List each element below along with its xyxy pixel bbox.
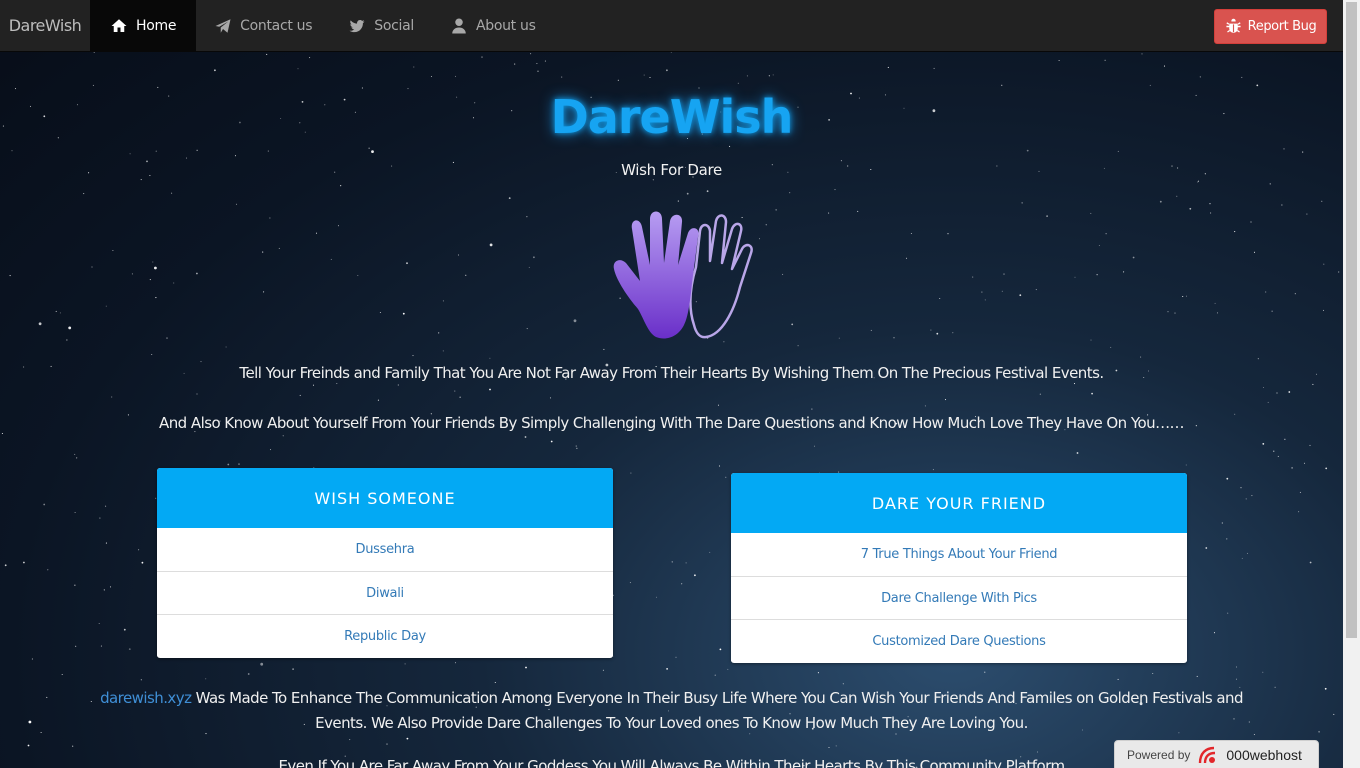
nav-item-about[interactable]: About us (432, 0, 554, 51)
wish-item-diwali[interactable]: Diwali (157, 571, 613, 614)
powered-by-label: Powered by (1127, 748, 1191, 762)
site-link[interactable]: darewish.xyz (100, 689, 192, 707)
navbar-brand[interactable]: DareWish (0, 0, 90, 51)
waving-hand-icon (613, 211, 753, 339)
report-bug-label: Report Bug (1247, 19, 1317, 34)
nav-item-home[interactable]: Home (90, 0, 197, 51)
page-scrollbar[interactable] (1343, 0, 1360, 768)
nav-item-social[interactable]: Social (330, 0, 432, 51)
about-paragraph: darewish.xyz Was Made To Enhance The Com… (100, 686, 1243, 736)
wish-item-dussehra[interactable]: Dussehra (157, 528, 613, 571)
intro-paragraph-2: And Also Know About Yourself From Your F… (159, 414, 1185, 432)
dare-item-challenge-pics[interactable]: Dare Challenge With Pics (731, 576, 1187, 619)
wish-item-republic-day[interactable]: Republic Day (157, 614, 613, 657)
hero-logo: DareWish (550, 90, 794, 144)
about-paragraph-text: Was Made To Enhance The Communication Am… (191, 689, 1244, 732)
user-icon (452, 18, 466, 33)
webhost-logo-icon (1199, 746, 1216, 764)
twitter-icon (349, 19, 365, 32)
dare-item-true-things[interactable]: 7 True Things About Your Friend (731, 533, 1187, 576)
dare-your-friend-title: DARE YOUR FRIEND (731, 473, 1187, 533)
paper-plane-icon (215, 18, 231, 33)
bug-icon (1226, 18, 1241, 33)
powered-by-badge[interactable]: Powered by 000webhost (1114, 740, 1319, 768)
wish-someone-title: WISH SOMEONE (157, 468, 613, 528)
intro-paragraph-1: Tell Your Freinds and Family That You Ar… (239, 364, 1104, 382)
wish-someone-card: WISH SOMEONE Dussehra Diwali Republic Da… (157, 468, 613, 658)
dare-item-customized-questions[interactable]: Customized Dare Questions (731, 619, 1187, 662)
report-bug-button[interactable]: Report Bug (1214, 9, 1327, 44)
hero-tagline: Wish For Dare (621, 161, 722, 179)
home-icon (111, 18, 127, 32)
navbar: DareWish Home Contact us Social About us… (0, 0, 1343, 52)
about-paragraph-cut-line: Even If You Are Far Away From Your Godde… (278, 757, 1065, 768)
dare-your-friend-card: DARE YOUR FRIEND 7 True Things About You… (731, 473, 1187, 663)
nav-item-social-label: Social (374, 17, 414, 34)
powered-by-brand: 000webhost (1226, 747, 1302, 763)
nav-item-contact-label: Contact us (240, 17, 313, 34)
nav-item-about-label: About us (475, 17, 536, 34)
nav-item-home-label: Home (136, 17, 177, 34)
scrollbar-thumb[interactable] (1346, 2, 1357, 638)
nav-item-contact[interactable]: Contact us (196, 0, 330, 51)
